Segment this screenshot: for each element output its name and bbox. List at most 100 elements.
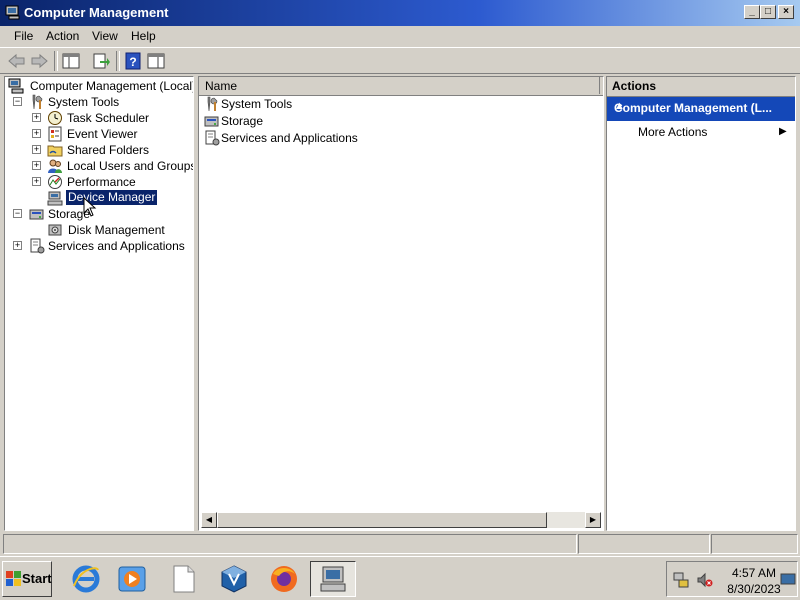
device-manager-icon [47, 191, 63, 206]
taskbar-app-media-player[interactable] [110, 561, 156, 597]
clock-date[interactable]: 8/30/2023 [723, 582, 785, 596]
tree-item-event-viewer[interactable]: + Event Viewer [30, 126, 190, 142]
list-item-label: Storage [221, 114, 264, 128]
collapse-icon[interactable]: − [13, 97, 22, 106]
tree-item-label: Performance [67, 175, 136, 189]
taskbar-app-internet-explorer[interactable] [64, 561, 110, 597]
storage-icon [204, 116, 219, 127]
expand-icon[interactable]: + [32, 113, 41, 122]
toolbar-separator [116, 51, 120, 71]
help-icon[interactable]: ? [123, 52, 143, 70]
collapse-arrow-icon[interactable]: ▲ [614, 100, 789, 112]
tree-item-device-manager[interactable]: Device Manager [47, 189, 159, 206]
column-header-label: Name [205, 79, 238, 93]
window-title: Computer Management [24, 5, 169, 20]
mouse-pointer-icon [83, 197, 97, 217]
start-label: Start [22, 571, 52, 586]
list-item-system-tools[interactable]: System Tools [204, 96, 404, 112]
menu-file[interactable]: File [14, 29, 33, 43]
list-item-label: System Tools [221, 97, 293, 111]
volume-muted-icon[interactable] [697, 572, 713, 588]
tree-item-label: Task Scheduler [67, 111, 150, 125]
submenu-arrow-icon: ▶ [779, 126, 787, 137]
menu-bar: File Action View Help [0, 26, 800, 46]
windows-logo-icon [6, 571, 21, 586]
tree-item-shared-folders[interactable]: + Shared Folders [30, 142, 190, 158]
show-desktop-icon[interactable] [780, 573, 796, 585]
column-header-name[interactable]: Name [199, 77, 600, 94]
list-item-label: Services and Applications [221, 131, 358, 145]
system-tray: 4:57 AM 8/30/2023 [666, 561, 798, 597]
back-arrow-icon[interactable] [7, 52, 27, 70]
expand-icon[interactable]: + [32, 161, 41, 170]
tree-item-system-tools[interactable]: − System Tools [11, 94, 191, 110]
tree-item-performance[interactable]: + Performance [30, 174, 190, 190]
tools-icon [32, 94, 43, 110]
tree-item-task-scheduler[interactable]: + Task Scheduler [30, 110, 190, 126]
tree-item-label: System Tools [48, 95, 120, 109]
start-button[interactable]: Start [2, 561, 52, 597]
shared-folder-icon [47, 145, 63, 157]
services-icon [205, 130, 220, 146]
taskbar-app-computer-management[interactable] [310, 561, 356, 597]
status-cell-3 [711, 534, 798, 554]
menu-help[interactable]: Help [131, 29, 156, 43]
collapse-icon[interactable]: − [13, 209, 22, 218]
clock-icon [48, 111, 62, 125]
tree-item-local-users-and-groups[interactable]: + Local Users and Groups [30, 158, 194, 174]
taskbar-app-document[interactable] [162, 561, 208, 597]
tree-item-disk-management[interactable]: Disk Management [47, 222, 187, 238]
disk-icon [48, 224, 62, 236]
tree-root[interactable]: Computer Management (Local) [8, 78, 194, 94]
tools-icon [207, 96, 218, 112]
status-bar [0, 532, 800, 554]
details-pane[interactable]: Name System Tools Storage Services and A… [198, 76, 604, 531]
computer-management-icon [5, 5, 20, 20]
maximize-button[interactable]: □ [760, 5, 776, 19]
status-cell-2 [578, 534, 710, 554]
actions-group-computer-management[interactable]: Computer Management (L... ▲ [607, 97, 795, 121]
performance-icon [48, 175, 62, 189]
export-list-icon[interactable] [91, 52, 111, 70]
scroll-right-button[interactable]: ▶ [585, 512, 601, 528]
storage-icon [29, 209, 44, 220]
properties-icon[interactable] [146, 52, 166, 70]
menu-action[interactable]: Action [46, 29, 79, 43]
tree-root-label: Computer Management (Local) [30, 79, 194, 93]
scroll-left-button[interactable]: ◀ [201, 512, 217, 528]
close-button[interactable]: × [778, 5, 794, 19]
forward-arrow-icon[interactable] [29, 52, 49, 70]
menu-view[interactable]: View [92, 29, 118, 43]
computer-management-icon [8, 78, 24, 94]
minimize-button[interactable]: _ [744, 5, 760, 19]
tree-item-services-and-applications[interactable]: + Services and Applications [11, 238, 191, 254]
list-item-services-and-applications[interactable]: Services and Applications [204, 130, 404, 146]
status-cell-main [3, 534, 577, 554]
taskbar-app-firefox[interactable] [262, 561, 308, 597]
virtualbox-icon [221, 565, 247, 593]
svg-text:?: ? [129, 55, 136, 69]
taskbar-app-virtualbox[interactable] [212, 561, 258, 597]
console-tree[interactable]: Computer Management (Local) − System Too… [4, 76, 194, 531]
expand-icon[interactable]: + [32, 177, 41, 186]
expand-icon[interactable]: + [13, 241, 22, 250]
horizontal-scrollbar[interactable]: ◀ ▶ [201, 512, 601, 528]
network-icon[interactable] [673, 572, 689, 588]
tree-item-label: Local Users and Groups [67, 159, 194, 173]
tree-item-storage[interactable]: − Storage [11, 206, 191, 222]
list-item-storage[interactable]: Storage [204, 113, 404, 129]
action-label: More Actions [638, 125, 708, 139]
show-hide-console-tree-icon[interactable] [61, 52, 81, 70]
media-player-icon [118, 566, 146, 592]
scroll-thumb[interactable] [217, 512, 547, 528]
firefox-icon [271, 566, 297, 592]
actions-header-label: Actions [612, 79, 657, 93]
title-bar[interactable]: Computer Management _ □ × [0, 0, 800, 26]
clock-time[interactable]: 4:57 AM [729, 566, 779, 580]
expand-icon[interactable]: + [32, 145, 41, 154]
tree-item-label: Disk Management [68, 223, 165, 237]
action-more-actions[interactable]: More Actions ▶ [638, 124, 788, 140]
tree-item-label: Event Viewer [67, 127, 138, 141]
actions-pane: Actions Computer Management (L... ▲ More… [606, 76, 796, 531]
expand-icon[interactable]: + [32, 129, 41, 138]
